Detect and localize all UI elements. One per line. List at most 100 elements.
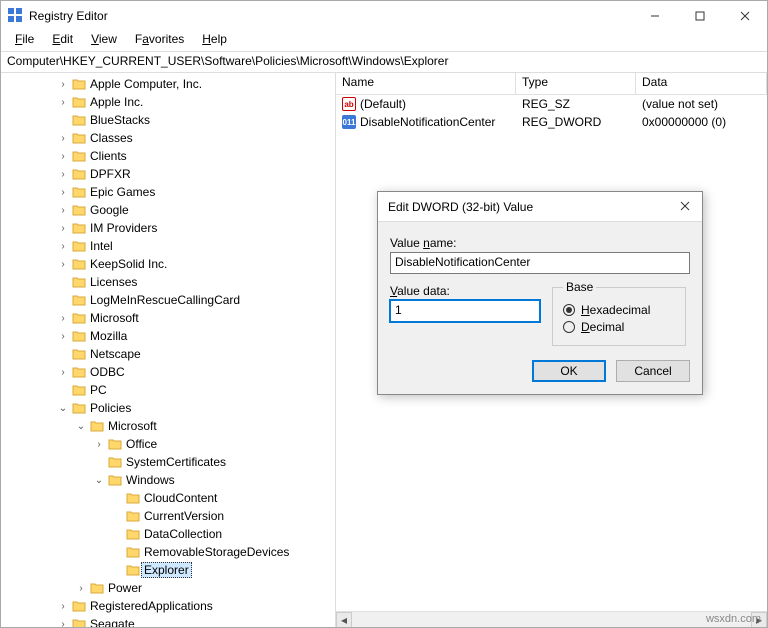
tree-item[interactable]: ⌄ Windows	[1, 471, 335, 489]
tree-item[interactable]: › Google	[1, 201, 335, 219]
tree-item[interactable]: ›Classes	[1, 129, 335, 147]
tree-item[interactable]: ›Power	[1, 579, 335, 597]
tree-item[interactable]: › KeepSolid Inc.	[1, 255, 335, 273]
address-bar[interactable]: Computer\HKEY_CURRENT_USER\Software\Poli…	[1, 51, 767, 73]
tree-item-label: Policies	[87, 401, 134, 415]
col-data[interactable]: Data	[636, 73, 767, 94]
chevron-down-icon[interactable]: ⌄	[55, 401, 71, 415]
horizontal-scrollbar[interactable]: ◂ ▸	[336, 611, 767, 627]
scroll-track[interactable]	[352, 612, 751, 627]
tree-item[interactable]: ›Mozilla	[1, 327, 335, 345]
base-legend: Base	[563, 280, 596, 294]
chevron-right-icon[interactable]: ›	[91, 437, 107, 451]
menu-edit[interactable]: Edit	[44, 31, 81, 51]
column-headers[interactable]: Name Type Data	[336, 73, 767, 95]
cancel-button[interactable]: Cancel	[616, 360, 690, 382]
tree-item[interactable]: ⌄Microsoft	[1, 417, 335, 435]
tree-item-label: Netscape	[87, 347, 144, 361]
radio-hexadecimal[interactable]: Hexadecimal	[563, 303, 675, 317]
tree-item[interactable]: ›RegisteredApplications	[1, 597, 335, 615]
chevron-down-icon[interactable]: ⌄	[91, 473, 107, 487]
spacer	[55, 293, 71, 307]
tree-item[interactable]: DataCollection	[1, 525, 335, 543]
chevron-right-icon[interactable]: ›	[55, 95, 71, 109]
tree-item[interactable]: ›Intel	[1, 237, 335, 255]
tree-item[interactable]: CloudContent	[1, 489, 335, 507]
tree-item-label: Windows	[123, 473, 178, 487]
tree-item-label: Apple Inc.	[87, 95, 146, 109]
col-name[interactable]: Name	[336, 73, 516, 94]
chevron-right-icon[interactable]: ›	[55, 239, 71, 253]
chevron-right-icon[interactable]: ›	[55, 203, 71, 217]
tree-item[interactable]: Netscape	[1, 345, 335, 363]
tree-item[interactable]: ›Epic Games	[1, 183, 335, 201]
tree-item-label: LogMeInRescueCallingCard	[87, 293, 243, 307]
value-data: (value not set)	[636, 97, 767, 111]
radio-decimal[interactable]: Decimal	[563, 320, 675, 334]
value-name: (Default)	[360, 97, 406, 111]
tree-item[interactable]: › Apple Inc.	[1, 93, 335, 111]
titlebar[interactable]: Registry Editor	[1, 1, 767, 31]
tree-item[interactable]: ›Apple Computer, Inc.	[1, 75, 335, 93]
minimize-button[interactable]	[632, 1, 677, 31]
tree-item[interactable]: ›Seagate	[1, 615, 335, 627]
spacer	[109, 563, 125, 577]
tree-item[interactable]: ›ODBC	[1, 363, 335, 381]
chevron-right-icon[interactable]: ›	[55, 365, 71, 379]
tree-item[interactable]: SystemCertificates	[1, 453, 335, 471]
tree-item[interactable]: › Clients	[1, 147, 335, 165]
tree-item[interactable]: Licenses	[1, 273, 335, 291]
chevron-right-icon[interactable]: ›	[55, 149, 71, 163]
value-type: REG_SZ	[516, 97, 636, 111]
chevron-right-icon[interactable]: ›	[55, 185, 71, 199]
value-row[interactable]: ab(Default)REG_SZ(value not set)	[336, 95, 767, 113]
menu-favorites[interactable]: Favorites	[127, 31, 192, 51]
folder-icon	[71, 311, 87, 325]
tree-item[interactable]: CurrentVersion	[1, 507, 335, 525]
tree-item[interactable]: ⌄ Policies	[1, 399, 335, 417]
menu-help[interactable]: Help	[194, 31, 235, 51]
dialog-titlebar[interactable]: Edit DWORD (32-bit) Value	[378, 192, 702, 222]
tree-item-label: KeepSolid Inc.	[87, 257, 170, 271]
tree-item-label: Microsoft	[87, 311, 142, 325]
menu-view[interactable]: View	[83, 31, 125, 51]
dialog-close-button[interactable]	[668, 200, 702, 214]
tree-item[interactable]: LogMeInRescueCallingCard	[1, 291, 335, 309]
tree-item[interactable]: › IM Providers	[1, 219, 335, 237]
value-data-input[interactable]: 1	[390, 300, 540, 322]
chevron-right-icon[interactable]: ›	[55, 131, 71, 145]
tree-item-label: Google	[87, 203, 132, 217]
ok-button[interactable]: OK	[532, 360, 606, 382]
chevron-right-icon[interactable]: ›	[55, 221, 71, 235]
chevron-right-icon[interactable]: ›	[55, 329, 71, 343]
base-group: Base Hexadecimal Decimal	[552, 280, 686, 346]
chevron-right-icon[interactable]: ›	[55, 77, 71, 91]
tree-item[interactable]: PC	[1, 381, 335, 399]
tree-item[interactable]: BlueStacks	[1, 111, 335, 129]
scroll-left-button[interactable]: ◂	[336, 612, 352, 627]
maximize-button[interactable]	[677, 1, 722, 31]
tree-pane[interactable]: ›Apple Computer, Inc.›Apple Inc.BlueStac…	[1, 73, 336, 627]
tree-item[interactable]: ›Office	[1, 435, 335, 453]
col-type[interactable]: Type	[516, 73, 636, 94]
tree-item-label: Clients	[87, 149, 130, 163]
menu-file[interactable]: File	[7, 31, 42, 51]
value-row[interactable]: 011DisableNotificationCenterREG_DWORD0x0…	[336, 113, 767, 131]
chevron-right-icon[interactable]: ›	[55, 311, 71, 325]
close-button[interactable]	[722, 1, 767, 31]
chevron-right-icon[interactable]: ›	[55, 257, 71, 271]
tree-item[interactable]: Explorer	[1, 561, 335, 579]
tree-item[interactable]: › Microsoft	[1, 309, 335, 327]
chevron-down-icon[interactable]: ⌄	[73, 419, 89, 433]
chevron-right-icon[interactable]: ›	[55, 617, 71, 627]
radio-hex-icon	[563, 304, 575, 316]
tree-item[interactable]: ›DPFXR	[1, 165, 335, 183]
chevron-right-icon[interactable]: ›	[55, 599, 71, 613]
tree-item-label: IM Providers	[87, 221, 160, 235]
folder-icon	[71, 401, 87, 415]
value-name-field[interactable]: DisableNotificationCenter	[390, 252, 690, 274]
chevron-right-icon[interactable]: ›	[73, 581, 89, 595]
chevron-right-icon[interactable]: ›	[55, 167, 71, 181]
watermark: wsxdn.com	[706, 613, 761, 625]
tree-item[interactable]: RemovableStorageDevices	[1, 543, 335, 561]
